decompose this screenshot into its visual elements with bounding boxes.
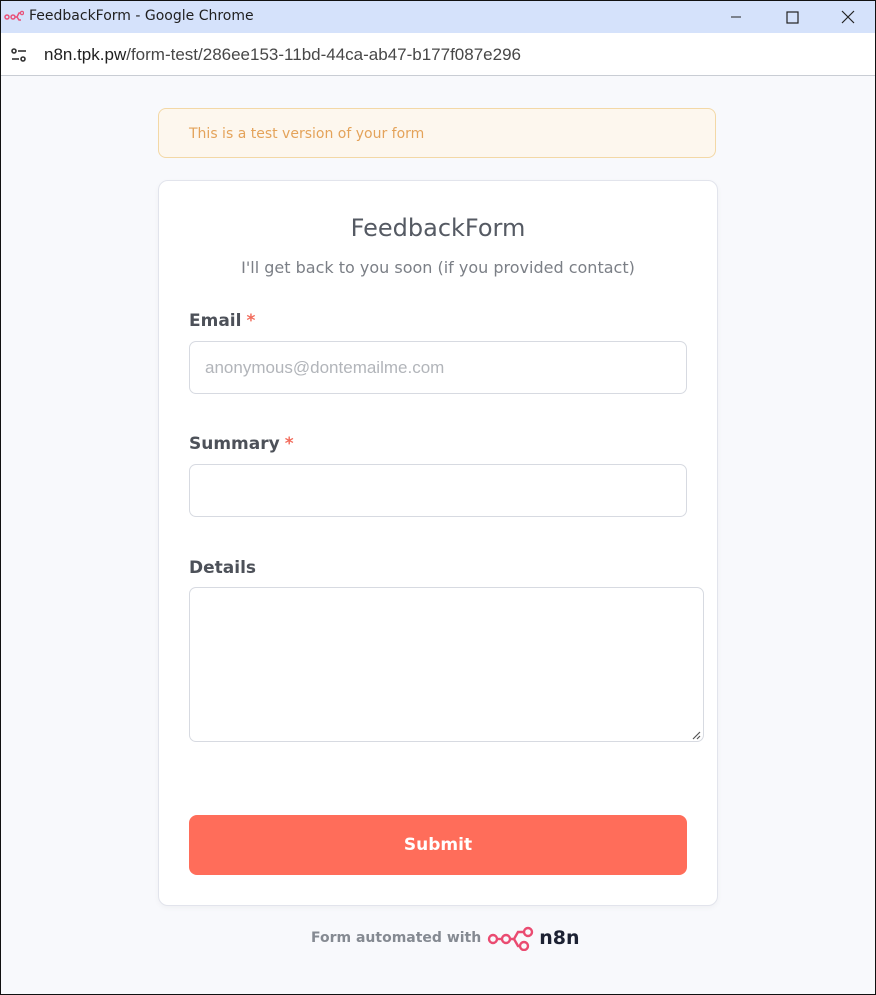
url-text[interactable]: n8n.tpk.pw/form-test/286ee153-11bd-44ca-… [44, 45, 521, 65]
email-required-mark: * [246, 311, 256, 331]
maximize-icon [785, 10, 799, 24]
summary-label-text: Summary [189, 434, 280, 454]
email-input[interactable] [189, 341, 687, 394]
title-bar: FeedbackForm - Google Chrome [1, 1, 875, 33]
details-label-text: Details [189, 558, 257, 578]
summary-label: Summary * [189, 434, 294, 454]
form-title: FeedbackForm [350, 214, 526, 242]
summary-input[interactable] [189, 464, 687, 517]
browser-window: FeedbackForm - Google Chrome n8n.tpk.pw/… [0, 0, 876, 995]
n8n-brand-text: n8n [539, 927, 580, 949]
form-card [158, 180, 718, 906]
minimize-icon [731, 16, 741, 18]
email-label: Email * [189, 311, 255, 331]
submit-button[interactable]: Submit [189, 815, 687, 875]
email-label-text: Email [189, 311, 242, 331]
test-version-banner: This is a test version of your form [158, 108, 716, 158]
form-description: I'll get back to you soon (if you provid… [241, 258, 635, 277]
window-title: FeedbackForm - Google Chrome [29, 8, 254, 24]
url-path: /form-test/286ee153-11bd-44ca-ab47-b177f… [126, 45, 521, 64]
n8n-app-icon [4, 10, 24, 21]
summary-required-mark: * [284, 434, 294, 454]
minimize-button[interactable] [707, 1, 765, 33]
close-button[interactable] [819, 1, 875, 33]
footer[interactable]: Form automated with n8n [311, 925, 580, 951]
site-settings-icon[interactable] [9, 45, 29, 65]
maximize-button[interactable] [763, 1, 821, 33]
resize-grip-icon[interactable] [690, 729, 701, 740]
footer-text: Form automated with [311, 930, 482, 946]
details-textarea[interactable] [189, 587, 704, 742]
url-host: n8n.tpk.pw [44, 45, 127, 64]
details-label: Details [189, 558, 256, 578]
banner-text: This is a test version of your form [189, 126, 425, 142]
close-icon [841, 10, 855, 24]
n8n-logo-icon [488, 926, 534, 951]
address-bar[interactable]: n8n.tpk.pw/form-test/286ee153-11bd-44ca-… [1, 33, 875, 76]
